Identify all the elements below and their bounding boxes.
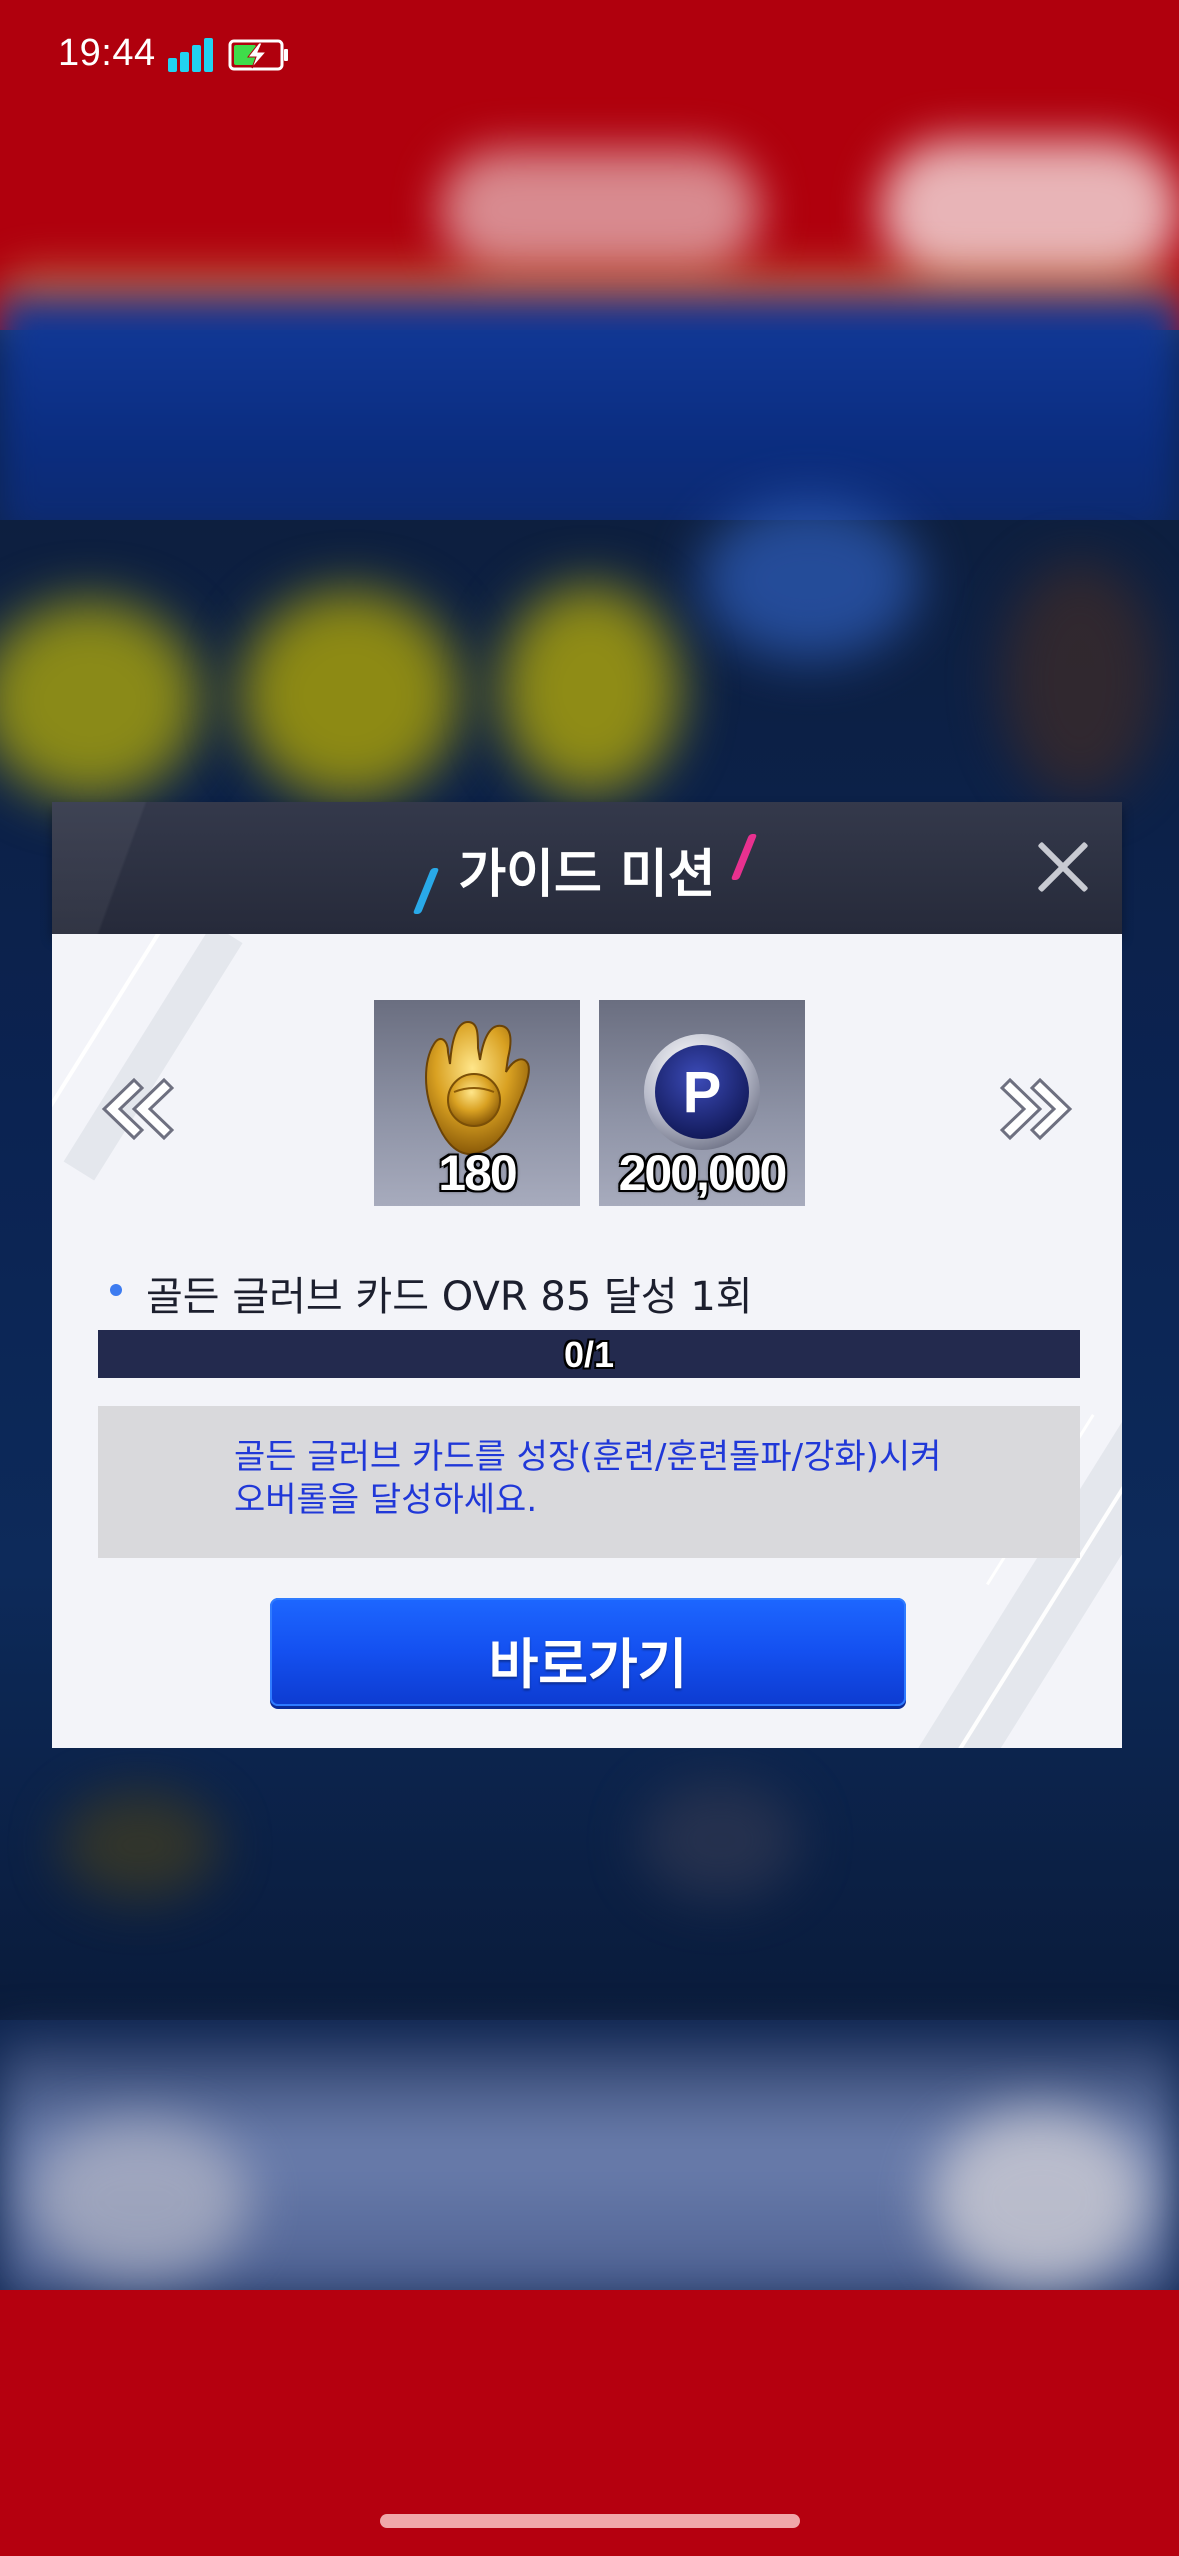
background-blur-shape	[440, 150, 760, 270]
go-to-button[interactable]: 바로가기	[270, 1598, 906, 1706]
background-blur-shape	[640, 1780, 800, 1900]
status-time: 19:44	[58, 32, 156, 74]
signal-bars-icon	[168, 38, 216, 72]
dialog-header: 가이드 미션	[52, 802, 1122, 934]
dialog-body: 180 P 200,000 골든 글러브 카드 OVR 85 달성 1회 0/1…	[52, 934, 1122, 1748]
reward-golden-glove[interactable]: 180	[374, 1000, 580, 1206]
double-chevron-right-icon[interactable]	[999, 1074, 1080, 1144]
home-indicator[interactable]	[380, 2514, 800, 2528]
close-icon[interactable]	[1034, 838, 1092, 896]
background-blur-shape	[1000, 560, 1160, 800]
status-bar: 19:44	[0, 0, 1179, 110]
mission-progress-bar: 0/1	[98, 1330, 1080, 1378]
mission-description: 골든 글러브 카드를 성장(훈련/훈련돌파/강화)시켜 오버롤을 달성하세요.	[234, 1437, 942, 1520]
go-to-button-label: 바로가기	[488, 1633, 688, 1696]
background-blur-shape	[240, 590, 460, 800]
mission-text: 골든 글러브 카드 OVR 85 달성 1회	[146, 1274, 753, 1320]
reward-count: 180	[438, 1145, 517, 1201]
mission-description-box: 골든 글러브 카드를 성장(훈련/훈련돌파/강화)시켜 오버롤을 달성하세요.	[98, 1406, 1080, 1558]
background-blur-shape	[30, 2120, 250, 2280]
progress-text: 0/1	[563, 1334, 615, 1375]
reward-count: 200,000	[618, 1145, 788, 1201]
background-blur-shape	[700, 500, 920, 660]
bullet-dot-icon	[110, 1284, 122, 1296]
battery-charging-icon	[228, 38, 290, 72]
svg-text:P: P	[683, 1060, 722, 1125]
background-blue-band	[0, 300, 1179, 540]
background-blur-shape	[500, 585, 680, 795]
double-chevron-left-icon[interactable]	[94, 1074, 175, 1144]
background-blur-shape	[930, 2110, 1150, 2290]
background-blur-shape	[880, 140, 1179, 280]
dialog-title: 가이드 미션	[458, 845, 716, 905]
background-blur-shape	[60, 1790, 220, 1900]
guide-mission-dialog: 가이드 미션 180 P 200,000 골든 글러브 카드 OVR 85 달성…	[52, 802, 1122, 1748]
reward-points[interactable]: P 200,000	[599, 1000, 805, 1206]
